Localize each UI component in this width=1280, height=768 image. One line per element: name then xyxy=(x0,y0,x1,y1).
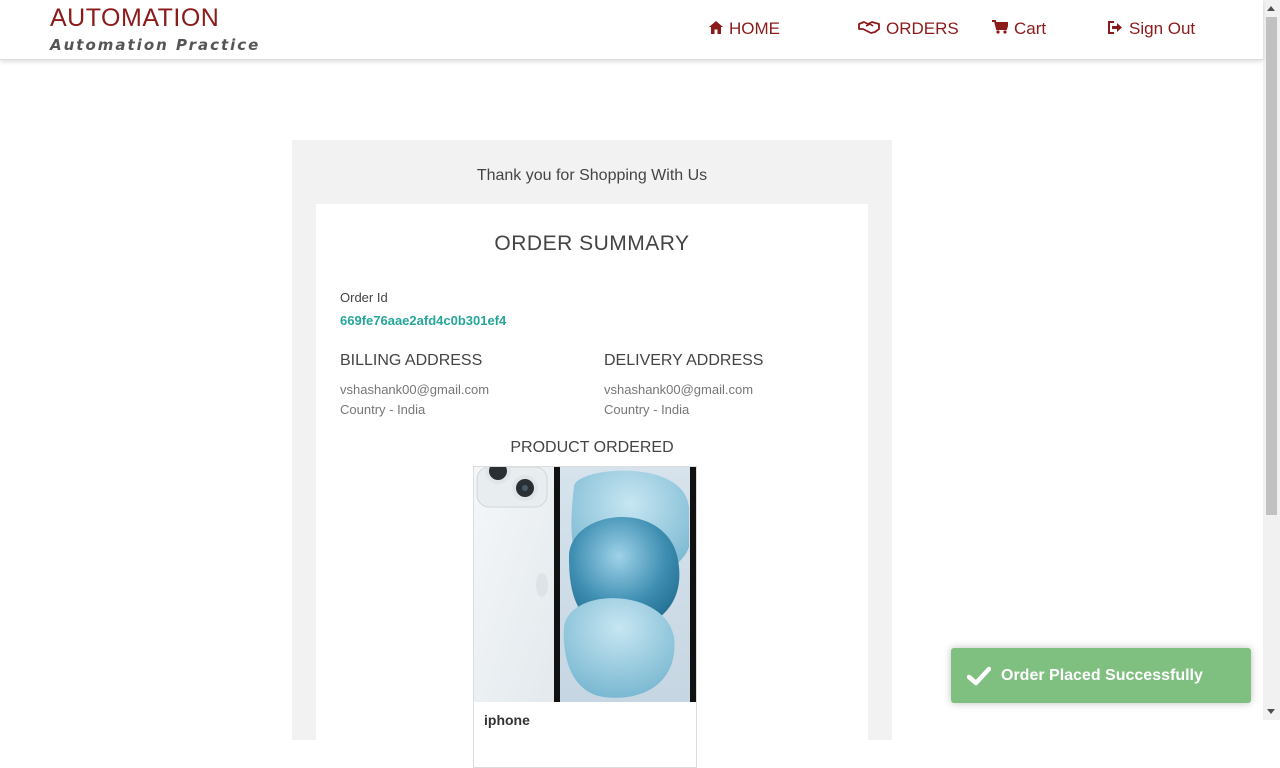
product-ordered-title: PRODUCT ORDERED xyxy=(510,439,674,456)
brand-title[interactable]: AUTOMATION xyxy=(50,4,219,33)
order-success-toast[interactable]: Order Placed Successfully xyxy=(951,648,1251,703)
order-confirmation-panel: Thank you for Shopping With Us ORDER SUM… xyxy=(292,140,892,768)
nav-orders-label: ORDERS xyxy=(886,19,959,38)
delivery-country: Country - India xyxy=(604,402,690,417)
nav-cart-button[interactable]: Cart xyxy=(992,17,1046,41)
order-summary-title: ORDER SUMMARY xyxy=(494,232,690,255)
nav-home-button[interactable]: HOME xyxy=(709,17,780,41)
toast-message: Order Placed Successfully xyxy=(1001,666,1203,684)
product-name: iphone xyxy=(484,712,530,728)
order-summary-card: ORDER SUMMARY Order Id 669fe76aae2afd4c0… xyxy=(316,204,868,768)
billing-address-title: BILLING ADDRESS xyxy=(340,352,483,369)
scroll-down-arrow-icon[interactable] xyxy=(1267,709,1275,714)
delivery-address-title: DELIVERY ADDRESS xyxy=(604,352,764,369)
home-icon xyxy=(709,19,729,39)
order-id-value: 669fe76aae2afd4c0b301ef4 xyxy=(340,313,507,328)
product-card: iphone xyxy=(473,466,697,768)
top-navbar: AUTOMATION Automation Practice HOME ORDE… xyxy=(0,0,1263,60)
sign-out-icon xyxy=(1108,19,1129,39)
nav-sign-out-label: Sign Out xyxy=(1129,19,1196,38)
nav-sign-out-button[interactable]: Sign Out xyxy=(1108,17,1195,41)
thank-you-message: Thank you for Shopping With Us xyxy=(476,167,708,184)
brand-subtitle: Automation Practice xyxy=(50,36,261,54)
check-icon xyxy=(967,666,991,686)
scrollbar-thumb[interactable] xyxy=(1266,17,1277,515)
delivery-email: vshashank00@gmail.com xyxy=(604,382,754,397)
cart-icon xyxy=(992,19,1014,39)
nav-orders-button[interactable]: ORDERS xyxy=(858,17,959,41)
billing-country: Country - India xyxy=(340,402,426,417)
order-id-label: Order Id xyxy=(340,290,388,305)
billing-email: vshashank00@gmail.com xyxy=(340,382,490,397)
scroll-up-arrow-icon[interactable] xyxy=(1267,6,1275,11)
product-image xyxy=(474,467,696,702)
handshake-icon xyxy=(858,19,886,39)
nav-home-label: HOME xyxy=(729,19,780,38)
nav-cart-label: Cart xyxy=(1014,19,1047,38)
page-scrollbar[interactable] xyxy=(1263,0,1280,720)
